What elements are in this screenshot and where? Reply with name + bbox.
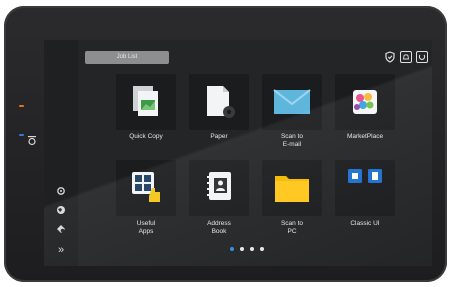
useful-apps-icon	[132, 172, 160, 202]
paper-settings-icon	[207, 86, 235, 118]
address-book-icon	[207, 172, 231, 200]
tile-label: Scan to E-mail	[280, 133, 304, 148]
settings-icon[interactable]	[54, 186, 68, 200]
address-book-tile[interactable]	[189, 160, 249, 216]
scan-to-pc-tile[interactable]	[262, 160, 322, 216]
quick-copy-icon	[133, 86, 158, 116]
marketplace-tile[interactable]	[335, 74, 395, 130]
page-dot-active[interactable]	[230, 247, 234, 251]
job-list-button[interactable]: Job List	[85, 51, 169, 64]
paper-tile[interactable]	[189, 74, 249, 130]
status-led-blue	[19, 134, 24, 136]
top-bar: Job List	[78, 40, 432, 68]
tile-label: Paper	[210, 133, 228, 140]
accessibility-icon[interactable]	[54, 224, 68, 238]
marketplace-icon	[353, 90, 377, 114]
device-frame: » Job List Quick Copy Paper Scan to E-ma…	[4, 6, 447, 282]
classic-ui-tile[interactable]	[335, 160, 395, 216]
page-dot[interactable]	[240, 247, 244, 251]
language-icon[interactable]	[54, 205, 68, 219]
touch-screen: » Job List Quick Copy Paper Scan to E-ma…	[44, 40, 432, 266]
tile-label: Quick Copy	[129, 133, 163, 140]
tile-label: MarketPlace	[346, 133, 384, 140]
tile-label: Classic UI	[350, 220, 380, 227]
page-dot[interactable]	[260, 247, 264, 251]
scan-to-email-tile[interactable]	[262, 74, 322, 130]
classic-ui-icon	[348, 169, 382, 183]
page-dot[interactable]	[250, 247, 254, 251]
useful-apps-tile[interactable]	[116, 160, 176, 216]
tile-label: Scan to PC	[280, 220, 304, 235]
status-led-orange	[19, 105, 24, 107]
expand-icon[interactable]: »	[54, 243, 68, 257]
tile-label: Useful Apps	[136, 220, 156, 235]
bell-icon[interactable]	[400, 50, 412, 63]
envelope-icon	[273, 89, 311, 114]
home-key-icon[interactable]	[26, 134, 38, 146]
power-icon[interactable]	[416, 50, 428, 63]
quick-copy-tile[interactable]	[116, 74, 176, 130]
folder-icon	[275, 176, 309, 202]
tile-label: Address Book	[207, 220, 231, 235]
sidebar: »	[44, 40, 78, 266]
shield-icon[interactable]	[384, 50, 396, 63]
